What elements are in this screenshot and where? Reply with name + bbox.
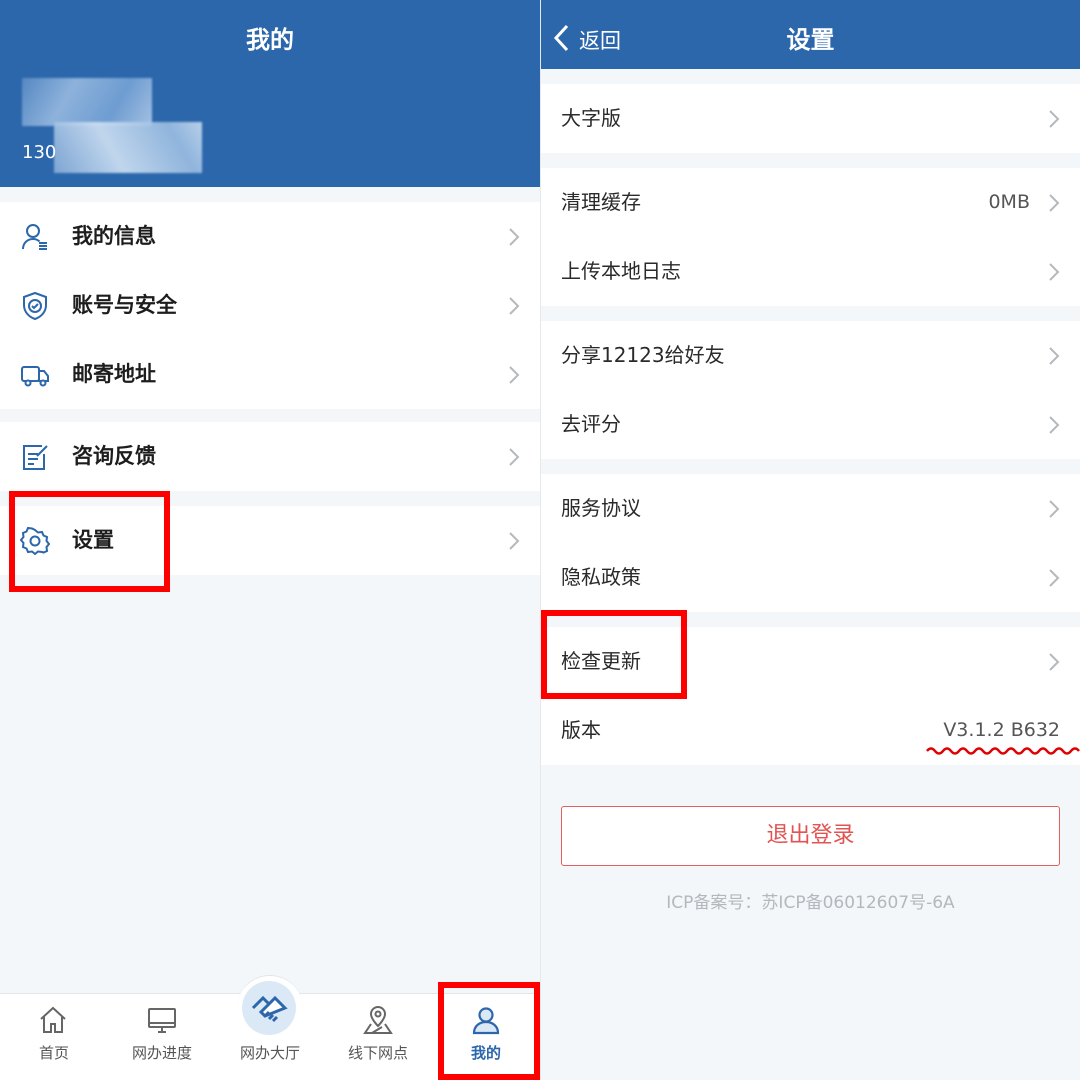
- tab-label: 线下网点: [347, 1044, 408, 1062]
- icp-license-text: ICP备案号：苏ICP备06012607号-6A: [666, 893, 955, 913]
- feedback-group: 咨询反馈: [0, 422, 540, 491]
- logout-button[interactable]: 退出登录: [561, 806, 1060, 866]
- handshake-icon: [242, 981, 296, 1035]
- menu-item-account-security[interactable]: 账号与安全: [0, 271, 540, 340]
- menu-item-my-info[interactable]: 我的信息: [0, 202, 540, 271]
- setting-clear-cache[interactable]: 清理缓存 0MB: [541, 168, 1080, 237]
- display-group: 大字版: [541, 84, 1080, 153]
- setting-label: 检查更新: [561, 649, 641, 673]
- menu-item-label: 咨询反馈: [72, 444, 156, 468]
- chevron-right-icon: [1048, 262, 1060, 282]
- setting-share[interactable]: 分享12123给好友: [541, 321, 1080, 390]
- setting-label: 版本: [561, 718, 601, 742]
- chevron-right-icon: [508, 227, 520, 247]
- tab-label: 网办进度: [131, 1044, 192, 1062]
- tab-mine[interactable]: 我的: [432, 994, 540, 1080]
- menu-item-settings[interactable]: 设置: [0, 506, 540, 575]
- legal-group: 服务协议 隐私政策: [541, 474, 1080, 612]
- chevron-right-icon: [508, 531, 520, 551]
- tab-progress[interactable]: 网办进度: [108, 994, 216, 1080]
- profile-header: 我的 130: [0, 0, 540, 187]
- profile-info[interactable]: 130: [22, 78, 202, 173]
- setting-label: 清理缓存: [561, 190, 641, 214]
- tab-label: 我的: [470, 1044, 501, 1062]
- menu-item-mailing-address[interactable]: 邮寄地址: [0, 340, 540, 409]
- page-title: 设置: [786, 26, 835, 54]
- chevron-right-icon: [508, 447, 520, 467]
- setting-large-font[interactable]: 大字版: [541, 84, 1080, 153]
- storage-group: 清理缓存 0MB 上传本地日志: [541, 168, 1080, 306]
- menu-item-label: 设置: [72, 528, 114, 552]
- setting-label: 上传本地日志: [561, 259, 681, 283]
- account-group: 我的信息 账号与安全 邮寄地址: [0, 202, 540, 409]
- setting-label: 隐私政策: [561, 565, 641, 589]
- chevron-right-icon: [1048, 346, 1060, 366]
- edit-icon: [20, 442, 50, 472]
- menu-item-label: 账号与安全: [72, 293, 177, 317]
- my-page-panel: 我的 130 我的信息 账号与安全 邮寄地址 咨询反馈 设置 首页 网办进度 网…: [0, 0, 540, 1080]
- phone-prefix: 130: [22, 142, 57, 163]
- setting-upload-logs[interactable]: 上传本地日志: [541, 237, 1080, 306]
- menu-item-feedback[interactable]: 咨询反馈: [0, 422, 540, 491]
- user-icon: [20, 222, 50, 252]
- setting-privacy-policy[interactable]: 隐私政策: [541, 543, 1080, 612]
- version-wavy-underline: [926, 747, 1080, 755]
- chevron-right-icon: [1048, 652, 1060, 672]
- page-title: 我的: [246, 26, 294, 54]
- setting-label: 分享12123给好友: [561, 343, 725, 367]
- setting-service-agreement[interactable]: 服务协议: [541, 474, 1080, 543]
- tab-home[interactable]: 首页: [0, 994, 108, 1080]
- map-pin-icon: [362, 1004, 394, 1036]
- home-icon: [37, 1004, 69, 1036]
- setting-label: 服务协议: [561, 496, 641, 520]
- person-icon: [470, 1004, 502, 1036]
- chevron-right-icon: [508, 296, 520, 316]
- chevron-right-icon: [1048, 415, 1060, 435]
- settings-panel: 返回 设置 大字版 清理缓存 0MB 上传本地日志 分享12123给好友 去评分: [541, 0, 1080, 1080]
- setting-label: 大字版: [561, 106, 621, 130]
- share-group: 分享12123给好友 去评分: [541, 321, 1080, 459]
- setting-check-update[interactable]: 检查更新: [541, 627, 1080, 696]
- gear-icon: [19, 526, 51, 556]
- blurred-username: [22, 78, 152, 126]
- setting-rate[interactable]: 去评分: [541, 390, 1080, 459]
- chevron-right-icon: [1048, 109, 1060, 129]
- online-hall-center-button[interactable]: [237, 975, 303, 1041]
- chevron-right-icon: [1048, 193, 1060, 213]
- monitor-icon: [146, 1004, 178, 1036]
- settings-header: 返回 设置: [541, 0, 1080, 69]
- chevron-right-icon: [1048, 568, 1060, 588]
- chevron-right-icon: [508, 365, 520, 385]
- tab-offline-outlets[interactable]: 线下网点: [324, 994, 432, 1080]
- tab-label: 网办大厅: [239, 1044, 300, 1062]
- shield-icon: [20, 291, 50, 321]
- blurred-phone: [54, 122, 202, 173]
- setting-label: 去评分: [561, 412, 621, 436]
- cache-size-value: 0MB: [988, 191, 1030, 213]
- tab-label: 首页: [38, 1044, 69, 1062]
- menu-item-label: 邮寄地址: [72, 362, 156, 386]
- settings-group: 设置: [0, 506, 540, 575]
- menu-item-label: 我的信息: [72, 224, 156, 248]
- chevron-right-icon: [1048, 499, 1060, 519]
- truck-icon: [20, 360, 50, 390]
